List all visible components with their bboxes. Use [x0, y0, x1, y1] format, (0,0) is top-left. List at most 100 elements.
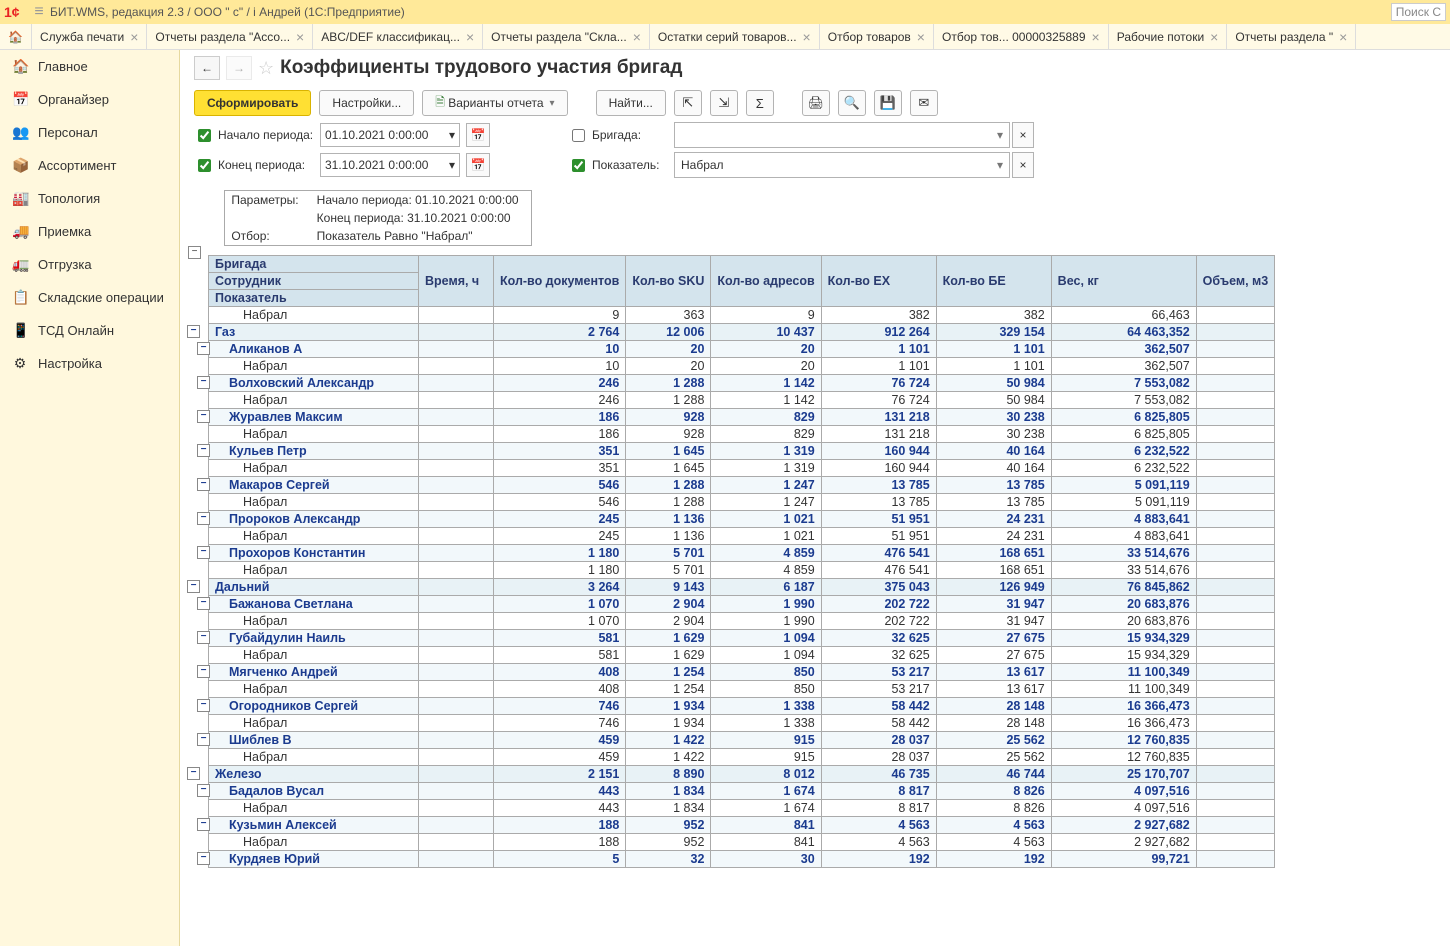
row-toggle-icon[interactable]: − — [197, 444, 210, 457]
email-icon[interactable]: ✉ — [910, 90, 938, 116]
sidebar-item-4[interactable]: 🏭Топология — [0, 182, 179, 215]
sidebar-item-1[interactable]: 📅Органайзер — [0, 83, 179, 116]
row-toggle-icon[interactable]: − — [197, 342, 210, 355]
report-variants-button[interactable]: 🗎 Варианты отчета — [422, 90, 567, 116]
grid-row[interactable]: −Дальний3 2649 1436 187375 043126 94976 … — [209, 578, 1275, 595]
sidebar-item-5[interactable]: 🚚Приемка — [0, 215, 179, 248]
tab-2[interactable]: ABC/DEF классификац...× — [313, 24, 483, 49]
save-icon[interactable]: 💾 — [874, 90, 902, 116]
nav-forward-button[interactable]: → — [226, 56, 252, 80]
grid-row[interactable]: −Кузьмин Алексей1889528414 5634 5632 927… — [209, 816, 1275, 833]
pokazatel-clear-icon[interactable]: × — [1012, 152, 1034, 178]
start-calendar-icon[interactable]: 📅 — [466, 123, 490, 147]
expand-groups-icon[interactable]: ⇱ — [674, 90, 702, 116]
grid-row[interactable]: Набрал7461 9341 33858 44228 14816 366,47… — [209, 714, 1275, 731]
tab-3[interactable]: Отчеты раздела "Скла...× — [483, 24, 650, 49]
row-toggle-icon[interactable]: − — [197, 597, 210, 610]
grid-row[interactable]: Набрал1020201 1011 101362,507 — [209, 357, 1275, 374]
grid-row[interactable]: Набрал4431 8341 6748 8178 8264 097,516 — [209, 799, 1275, 816]
grid-row[interactable]: Набрал4081 25485053 21713 61711 100,349 — [209, 680, 1275, 697]
grid-row[interactable]: Набрал9363938238266,463 — [209, 306, 1275, 323]
grid-row[interactable]: −Огородников Сергей7461 9341 33858 44228… — [209, 697, 1275, 714]
sidebar-item-8[interactable]: 📱ТСД Онлайн — [0, 314, 179, 347]
pokazatel-combo[interactable]: Набрал — [674, 152, 1010, 178]
grid-row[interactable]: Набрал3511 6451 319160 94440 1646 232,52… — [209, 459, 1275, 476]
global-search[interactable]: Поиск C — [1391, 3, 1446, 21]
tab-0[interactable]: Служба печати× — [32, 24, 147, 49]
brigada-checkbox[interactable]: Бригада: — [568, 126, 668, 145]
tab-close-icon[interactable]: × — [1339, 29, 1347, 45]
tab-close-icon[interactable]: × — [130, 29, 138, 45]
favorite-star-icon[interactable]: ☆ — [258, 58, 274, 79]
tab-7[interactable]: Рабочие потоки× — [1109, 24, 1228, 49]
grid-row[interactable]: −Курдяев Юрий5323019219299,721 — [209, 850, 1275, 867]
grid-row[interactable]: −Шиблев В4591 42291528 03725 56212 760,8… — [209, 731, 1275, 748]
end-calendar-icon[interactable]: 📅 — [466, 153, 490, 177]
find-button[interactable]: Найти... — [596, 90, 666, 116]
tab-4[interactable]: Остатки серий товаров...× — [650, 24, 820, 49]
tab-1[interactable]: Отчеты раздела "Ассо...× — [147, 24, 313, 49]
brigada-clear-icon[interactable]: × — [1012, 122, 1034, 148]
row-toggle-icon[interactable]: − — [187, 325, 200, 338]
tab-6[interactable]: Отбор тов... 00000325889× — [934, 24, 1109, 49]
grid-row[interactable]: Набрал2451 1361 02151 95124 2314 883,641 — [209, 527, 1275, 544]
grid-row[interactable]: −Бадалов Вусал4431 8341 6748 8178 8264 0… — [209, 782, 1275, 799]
sidebar-item-9[interactable]: ⚙Настройка — [0, 347, 179, 380]
grid-row[interactable]: Набрал5811 6291 09432 62527 67515 934,32… — [209, 646, 1275, 663]
sidebar-item-6[interactable]: 🚛Отгрузка — [0, 248, 179, 281]
settings-button[interactable]: Настройки... — [319, 90, 414, 116]
tab-5[interactable]: Отбор товаров× — [820, 24, 934, 49]
row-toggle-icon[interactable]: − — [197, 665, 210, 678]
grid-row[interactable]: Набрал2461 2881 14276 72450 9847 553,082 — [209, 391, 1275, 408]
grid-row[interactable]: Набрал4591 42291528 03725 56212 760,835 — [209, 748, 1275, 765]
grid-row[interactable]: −Прохоров Константин1 1805 7014 859476 5… — [209, 544, 1275, 561]
row-toggle-icon[interactable]: − — [197, 631, 210, 644]
grid-row[interactable]: Набрал5461 2881 24713 78513 7855 091,119 — [209, 493, 1275, 510]
row-toggle-icon[interactable]: − — [187, 767, 200, 780]
end-period-input[interactable]: 31.10.2021 0:00:00▾ — [320, 153, 460, 177]
collapse-groups-icon[interactable]: ⇲ — [710, 90, 738, 116]
row-toggle-icon[interactable]: − — [197, 376, 210, 389]
tab-close-icon[interactable]: × — [1210, 29, 1218, 45]
pokazatel-checkbox[interactable]: Показатель: — [568, 156, 668, 175]
row-toggle-icon[interactable]: − — [187, 580, 200, 593]
start-period-input[interactable]: 01.10.2021 0:00:00▾ — [320, 123, 460, 147]
end-period-checkbox[interactable]: Конец периода: — [194, 156, 314, 175]
row-toggle-icon[interactable]: − — [197, 410, 210, 423]
grid-row[interactable]: −Бажанова Светлана1 0702 9041 990202 722… — [209, 595, 1275, 612]
row-toggle-icon[interactable]: − — [197, 546, 210, 559]
sidebar-item-0[interactable]: 🏠Главное — [0, 50, 179, 83]
sum-icon[interactable]: Σ — [746, 90, 774, 116]
tab-home[interactable]: 🏠 — [0, 24, 32, 49]
row-toggle-icon[interactable]: − — [197, 852, 210, 865]
grid-row[interactable]: −Мягченко Андрей4081 25485053 21713 6171… — [209, 663, 1275, 680]
row-toggle-icon[interactable]: − — [197, 784, 210, 797]
hamburger-icon[interactable]: ≡ — [28, 3, 50, 21]
grid-row[interactable]: Набрал1889528414 5634 5632 927,682 — [209, 833, 1275, 850]
grid-row[interactable]: −Макаров Сергей5461 2881 24713 78513 785… — [209, 476, 1275, 493]
preview-icon[interactable]: 🔍 — [838, 90, 866, 116]
print-icon[interactable]: 🖨 — [802, 90, 830, 116]
row-toggle-icon[interactable]: − — [197, 818, 210, 831]
tab-8[interactable]: Отчеты раздела "× — [1227, 24, 1356, 49]
grid-row[interactable]: −Газ2 76412 00610 437912 264329 15464 46… — [209, 323, 1275, 340]
sidebar-item-2[interactable]: 👥Персонал — [0, 116, 179, 149]
grid-row[interactable]: −Губайдулин Наиль5811 6291 09432 62527 6… — [209, 629, 1275, 646]
grid-row[interactable]: −Аликанов А1020201 1011 101362,507 — [209, 340, 1275, 357]
form-button[interactable]: Сформировать — [194, 90, 311, 116]
sidebar-item-3[interactable]: 📦Ассортимент — [0, 149, 179, 182]
row-toggle-icon[interactable]: − — [197, 699, 210, 712]
grid-row[interactable]: −Журавлев Максим186928829131 21830 2386 … — [209, 408, 1275, 425]
brigada-combo[interactable] — [674, 122, 1010, 148]
grid-row[interactable]: Набрал186928829131 21830 2386 825,805 — [209, 425, 1275, 442]
row-toggle-icon[interactable]: − — [197, 478, 210, 491]
tab-close-icon[interactable]: × — [466, 29, 474, 45]
sidebar-item-7[interactable]: 📋Складские операции — [0, 281, 179, 314]
grid-row[interactable]: −Кульев Петр3511 6451 319160 94440 1646 … — [209, 442, 1275, 459]
grid-row[interactable]: −Железо2 1518 8908 01246 73546 74425 170… — [209, 765, 1275, 782]
row-toggle-icon[interactable]: − — [197, 512, 210, 525]
nav-back-button[interactable]: ← — [194, 56, 220, 80]
grid-row[interactable]: Набрал1 0702 9041 990202 72231 94720 683… — [209, 612, 1275, 629]
start-period-checkbox[interactable]: Начало периода: — [194, 126, 314, 145]
grid-row[interactable]: −Волховский Александр2461 2881 14276 724… — [209, 374, 1275, 391]
